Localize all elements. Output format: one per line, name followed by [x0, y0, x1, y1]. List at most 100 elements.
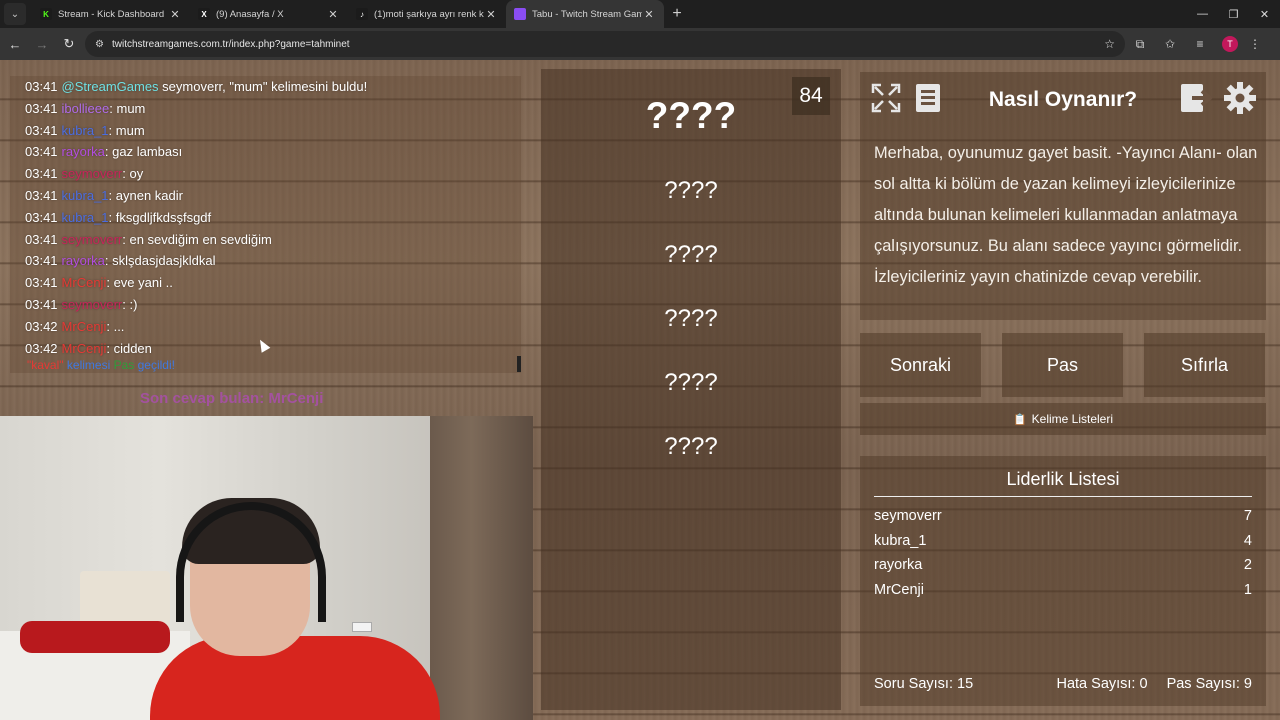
chat-message: 03:41 rayorka: gaz lambası	[25, 141, 521, 163]
last-answer-banner: Son cevap bulan: MrCenji	[140, 390, 324, 407]
chat-message: 03:41 @StreamGames seymoverr, "mum" kelim…	[25, 76, 521, 98]
how-to-play-panel: Nasıl Oynanır? Merhaba, oyunumuz gayet b…	[860, 72, 1266, 320]
tab-search-button[interactable]: ⌄	[4, 3, 26, 25]
tab-close-icon[interactable]: ✕	[168, 8, 182, 21]
taboo-word-4: ????	[664, 369, 718, 396]
chat-scrollbar[interactable]	[517, 356, 521, 372]
tab-title: Stream - Kick Dashboard	[58, 8, 165, 20]
extensions-icon[interactable]: ⧉	[1125, 31, 1155, 57]
leaderboard-name: seymoverr	[874, 508, 942, 524]
chat-separator: :	[106, 275, 114, 291]
browser-menu-icon[interactable]: ⋮	[1245, 31, 1265, 57]
chat-username[interactable]: rayorka	[62, 253, 105, 268]
webcam-door	[430, 416, 533, 720]
chat-username[interactable]: rayorka	[62, 144, 105, 159]
chat-timestamp: 03:42	[25, 340, 58, 356]
leaderboard-score: 7	[1243, 508, 1252, 524]
tab-close-icon[interactable]: ✕	[484, 8, 498, 21]
status-gecildi: geçildi!	[137, 358, 175, 372]
chat-message-text: en sevdiğim en sevdiğim	[129, 231, 272, 247]
logout-icon[interactable]	[1178, 80, 1214, 116]
chat-username[interactable]: seymoverr	[62, 166, 123, 181]
chat-timestamp: 03:41	[25, 253, 58, 269]
leaderboard-row: seymoverr 7	[874, 508, 1252, 524]
chat-message-text: :)	[129, 296, 138, 312]
leaderboard-panel: Liderlik Listesi seymoverr 7 kubra_1 4 rayor…	[860, 456, 1266, 706]
leaderboard-row: rayorka 2	[874, 557, 1252, 573]
chat-message-text: ...	[113, 318, 125, 334]
webcam-person-shirt	[150, 636, 440, 720]
browser-tab-3[interactable]: ♪ (1)moti şarkıya ayrı renk katmış✕	[348, 0, 506, 28]
chat-username[interactable]: seymoverr	[62, 232, 123, 247]
chat-message: 03:41 kubra_1: aynen kadir	[25, 185, 521, 207]
new-tab-button[interactable]: +	[664, 0, 690, 28]
help-text: Merhaba, oyunumuz gayet basit. -Yayıncı …	[874, 144, 1258, 286]
back-arrow-icon[interactable]: ←	[3, 32, 27, 56]
address-bar[interactable]: ⚙ twitchstreamgames.com.tr/index.php?gam…	[85, 31, 1125, 57]
reload-icon[interactable]: ↻	[57, 32, 81, 56]
tab-close-icon[interactable]: ✕	[642, 8, 656, 21]
leaderboard-title: Liderlik Listesi	[874, 469, 1252, 497]
main-word: ????	[645, 95, 737, 136]
chat-message-text: seymoverr, "mum" kelimesini buldu!	[162, 79, 368, 94]
chat-status-line: "kaval" kelimesi Pas geçildi!	[27, 358, 175, 372]
tab-title: (1)moti şarkıya ayrı renk katmış	[374, 8, 484, 20]
question-count: Soru Sayısı: 15	[874, 676, 974, 692]
chat-username[interactable]: kubra_1	[62, 188, 109, 203]
chat-timestamp: 03:41	[25, 79, 58, 94]
chat-separator: :	[108, 187, 116, 203]
chat-timestamp: 03:42	[25, 318, 58, 334]
site-info-icon[interactable]: ⚙	[95, 39, 104, 50]
chat-username[interactable]: MrCenji	[62, 341, 107, 356]
chat-message-text: aynen kadir	[115, 187, 183, 203]
chat-message-text: sklşdasjdasjkldkal	[112, 253, 216, 269]
tab-favicon-icon: X	[198, 8, 210, 20]
taboo-word-3: ????	[664, 305, 718, 332]
chat-username[interactable]: seymoverr	[62, 297, 123, 312]
forward-arrow-icon[interactable]: →	[30, 32, 54, 56]
bookmark-star-icon[interactable]: ☆	[1104, 37, 1115, 51]
chat-timestamp: 03:41	[25, 209, 58, 225]
chat-separator: :	[106, 318, 114, 334]
word-card: 84 ???? ???? ???? ???? ???? ????	[541, 69, 841, 710]
status-kelimesi: kelimesi	[66, 358, 111, 372]
chat-message-text: eve yani ..	[113, 275, 173, 291]
minimize-icon[interactable]: —	[1187, 0, 1218, 28]
game-page: 03:41 @StreamGames seymoverr, "mum" kelim…	[0, 60, 1280, 720]
chat-timestamp: 03:41	[25, 296, 58, 312]
chat-message-text: gaz lambası	[112, 144, 183, 160]
browser-tab-1[interactable]: K Stream - Kick Dashboard ✕	[32, 0, 190, 28]
chat-separator: :	[108, 122, 116, 138]
taboo-word-1: ????	[664, 177, 718, 204]
bookmarks-icon[interactable]: ✩	[1155, 31, 1185, 57]
leaderboard-score: 1	[1243, 582, 1252, 599]
browser-tab-2[interactable]: X (9) Anasayfa / X ✕	[190, 0, 348, 28]
media-controls-icon[interactable]: ≡	[1185, 31, 1215, 57]
chat-username[interactable]: @StreamGames	[62, 79, 159, 94]
word-lists-button[interactable]: 📋 Kelime Listeleri	[860, 403, 1266, 435]
pass-button[interactable]: Pas	[1002, 333, 1123, 397]
browser-tab-4[interactable]: Tabu - Twitch Stream Games✕	[506, 0, 664, 28]
chat-username[interactable]: MrCenji	[62, 319, 107, 334]
chat-username[interactable]: kubra_1	[62, 210, 109, 225]
profile-avatar[interactable]: T	[1222, 36, 1238, 52]
chat-username[interactable]: MrCenji	[62, 275, 107, 290]
restore-icon[interactable]: ❐	[1218, 0, 1249, 28]
tab-close-icon[interactable]: ✕	[326, 8, 340, 21]
chat-message-text: cidden	[113, 340, 152, 356]
gear-icon[interactable]	[1222, 80, 1258, 116]
chat-separator: :	[108, 209, 116, 225]
chat-username[interactable]: ibollieee	[62, 101, 110, 116]
leaderboard-score: 2	[1243, 557, 1252, 574]
chat-username[interactable]: kubra_1	[62, 123, 109, 138]
chat-timestamp: 03:41	[25, 187, 58, 203]
reset-button[interactable]: Sıfırla	[1144, 333, 1265, 397]
close-window-icon[interactable]: ✕	[1249, 0, 1280, 28]
taboo-word-5: ????	[664, 433, 718, 460]
tab-favicon-icon: ♪	[356, 8, 368, 20]
chat-message-text: fksgdljfkdsşfsgdf	[115, 209, 212, 225]
next-button[interactable]: Sonraki	[860, 333, 981, 397]
webcam-feed	[0, 416, 533, 720]
url-text: twitchstreamgames.com.tr/index.php?game=…	[111, 38, 350, 50]
leaderboard-name: rayorka	[874, 557, 923, 574]
